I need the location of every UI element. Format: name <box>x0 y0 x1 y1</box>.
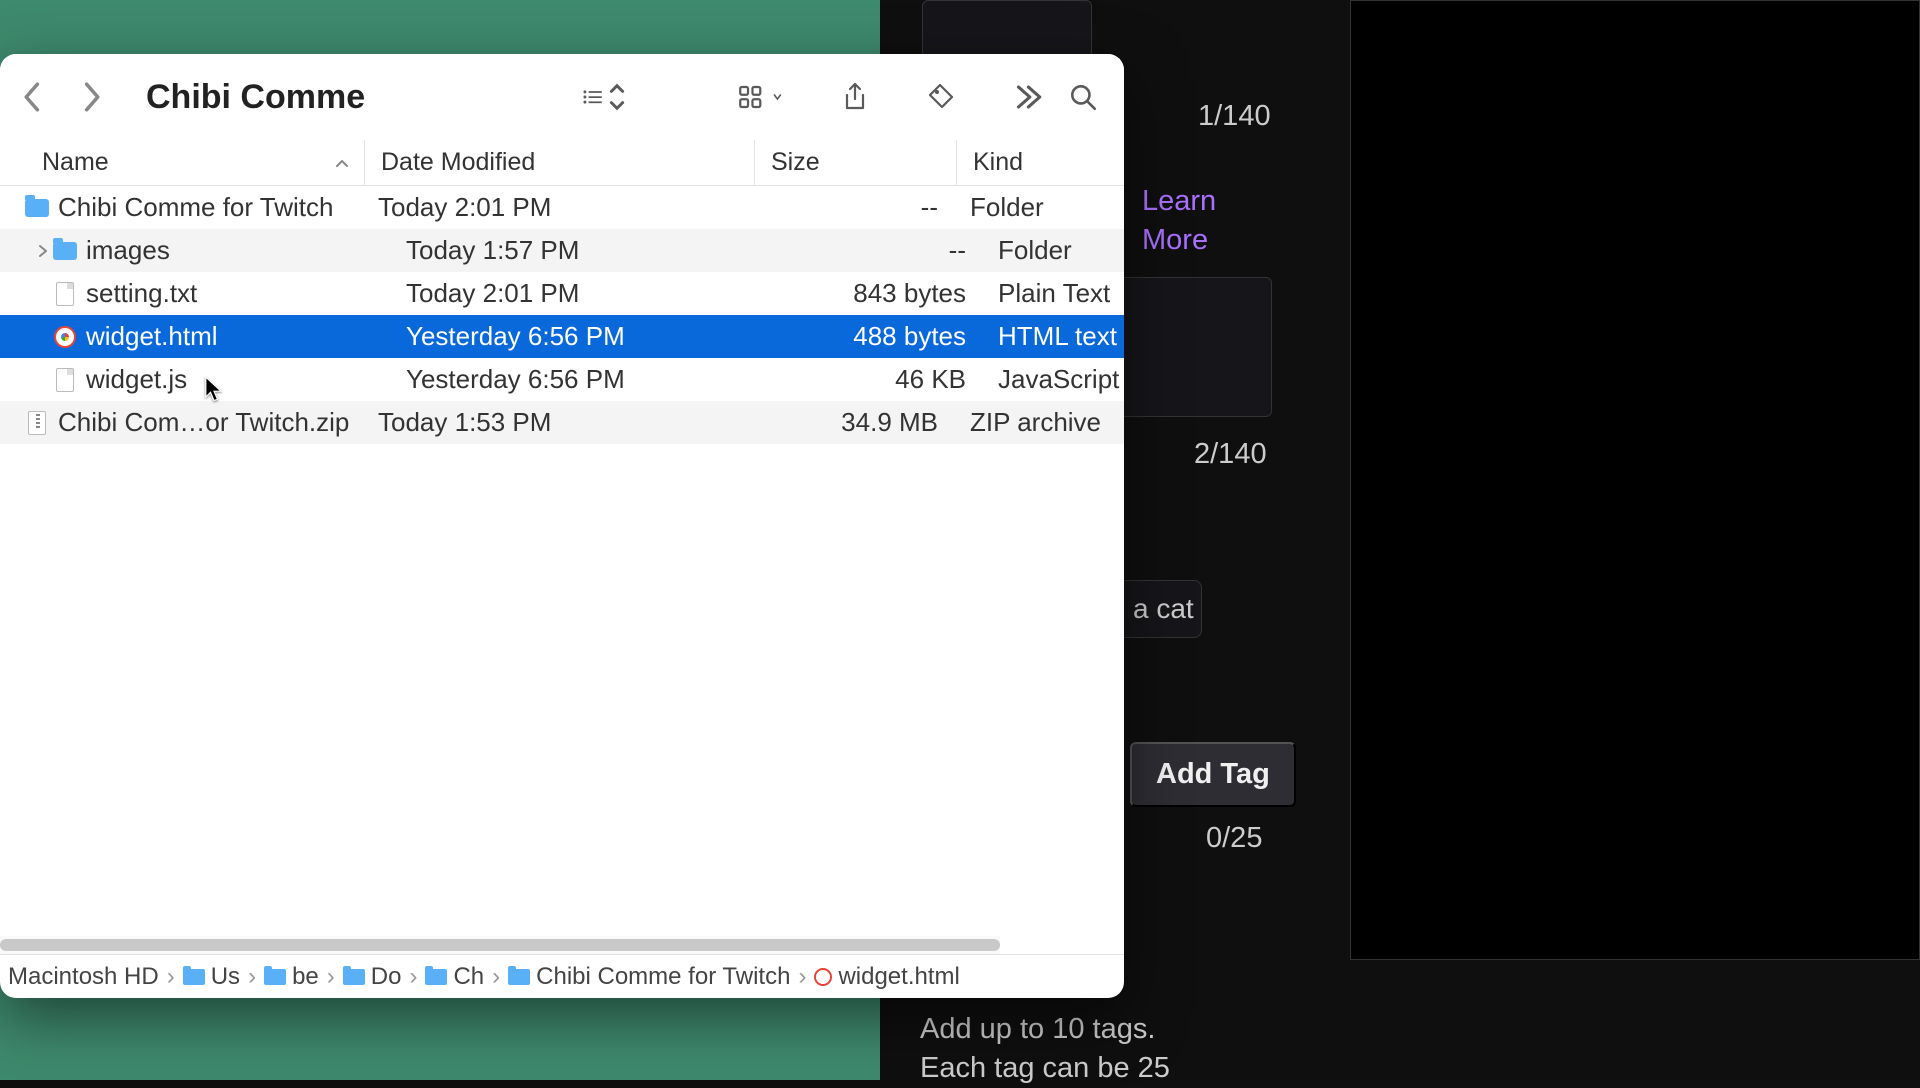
file-name: widget.js <box>86 364 390 395</box>
breadcrumb-segment[interactable]: widget.html <box>814 963 959 991</box>
breadcrumb-label: widget.html <box>838 963 959 991</box>
file-name: Chibi Comme for Twitch <box>58 192 362 223</box>
file-size: 46 KB <box>780 364 982 395</box>
doc-icon <box>52 367 78 393</box>
chevron-right-icon: › <box>248 963 256 991</box>
file-row[interactable]: widget.htmlYesterday 6:56 PM488 bytesHTM… <box>0 315 1124 358</box>
file-kind: ZIP archive <box>954 407 1124 438</box>
add-tag-button[interactable]: Add Tag <box>1130 742 1296 807</box>
file-kind: HTML text <box>982 321 1124 352</box>
column-size[interactable]: Size <box>754 140 956 185</box>
zip-icon <box>24 410 50 436</box>
preview-panel <box>1350 0 1920 960</box>
file-row[interactable]: Chibi Comme for TwitchToday 2:01 PM--Fol… <box>0 186 1124 229</box>
tag-counter: 0/25 <box>1206 822 1262 855</box>
file-list[interactable]: Chibi Comme for TwitchToday 2:01 PM--Fol… <box>0 186 1124 954</box>
char-counter-2: 2/140 <box>1194 438 1267 471</box>
char-counter-1: 1/140 <box>1198 100 1271 133</box>
file-name: Chibi Com…or Twitch.zip <box>58 407 362 438</box>
breadcrumb-label: Chibi Comme for Twitch <box>536 963 790 991</box>
file-size: 843 bytes <box>780 278 982 309</box>
breadcrumb-label: Us <box>211 963 240 991</box>
file-row[interactable]: widget.jsYesterday 6:56 PM46 KBJavaScrip… <box>0 358 1124 401</box>
breadcrumb-label: be <box>292 963 319 991</box>
tags-button[interactable] <box>918 75 964 119</box>
file-date: Yesterday 6:56 PM <box>390 364 780 395</box>
breadcrumb-segment[interactable]: Do› <box>343 963 420 991</box>
sort-indicator-icon <box>334 148 350 177</box>
chevron-right-icon: › <box>492 963 500 991</box>
folder-icon <box>183 969 205 985</box>
doc-icon <box>52 281 78 307</box>
group-button[interactable] <box>738 75 784 119</box>
breadcrumb-label: Ch <box>453 963 484 991</box>
file-size: 488 bytes <box>780 321 982 352</box>
file-row[interactable]: setting.txtToday 2:01 PM843 bytesPlain T… <box>0 272 1124 315</box>
search-button[interactable] <box>1060 75 1106 119</box>
disclosure-triangle-icon[interactable] <box>34 244 52 258</box>
finder-toolbar: Chibi Comme <box>0 54 1124 140</box>
folder-icon <box>52 238 78 264</box>
breadcrumb-segment[interactable]: be › <box>264 963 337 991</box>
file-name: widget.html <box>86 321 390 352</box>
breadcrumb-label: Do <box>371 963 402 991</box>
file-size: 34.9 MB <box>752 407 954 438</box>
share-button[interactable] <box>832 75 878 119</box>
column-kind[interactable]: Kind <box>956 140 1124 185</box>
folder-icon <box>24 195 50 221</box>
breadcrumb-segment[interactable]: Chibi Comme for Twitch › <box>508 963 808 991</box>
chevron-right-icon: › <box>409 963 417 991</box>
column-date[interactable]: Date Modified <box>364 140 754 185</box>
file-date: Today 1:53 PM <box>362 407 752 438</box>
file-kind: JavaScript s <box>982 364 1124 395</box>
file-size: -- <box>752 192 954 223</box>
horizontal-scrollbar[interactable] <box>0 936 1000 954</box>
breadcrumb-segment[interactable]: Macintosh HD › <box>8 963 177 991</box>
file-row[interactable]: Chibi Com…or Twitch.zipToday 1:53 PM34.9… <box>0 401 1124 444</box>
folder-icon <box>508 969 530 985</box>
forward-button[interactable] <box>80 81 106 113</box>
file-date: Today 1:57 PM <box>390 235 780 266</box>
learn-more-link[interactable]: Learn More <box>1142 182 1242 260</box>
chevron-right-icon: › <box>798 963 806 991</box>
more-button[interactable] <box>1004 75 1050 119</box>
back-button[interactable] <box>18 81 44 113</box>
scrollbar-thumb[interactable] <box>0 939 1000 951</box>
folder-icon <box>264 969 286 985</box>
path-bar: Macintosh HD›Us›be›Do›Ch›Chibi Comme for… <box>0 954 1124 998</box>
breadcrumb-label: Macintosh HD <box>8 963 159 991</box>
window-title: Chibi Comme <box>146 78 365 117</box>
file-date: Today 2:01 PM <box>390 278 780 309</box>
finder-window: Chibi Comme Name <box>0 54 1124 998</box>
file-size: -- <box>780 235 982 266</box>
column-headers: Name Date Modified Size Kind <box>0 140 1124 186</box>
file-kind: Folder <box>954 192 1124 223</box>
html-icon <box>52 324 78 350</box>
tag-help-text: Add up to 10 tags. Each tag can be 25 <box>920 1010 1170 1088</box>
folder-icon <box>343 969 365 985</box>
file-date: Today 2:01 PM <box>362 192 752 223</box>
column-name[interactable]: Name <box>42 148 364 177</box>
breadcrumb-segment[interactable]: Ch › <box>425 963 502 991</box>
file-date: Yesterday 6:56 PM <box>390 321 780 352</box>
file-kind: Plain Text <box>982 278 1124 309</box>
folder-icon <box>425 969 447 985</box>
file-kind: Folder <box>982 235 1124 266</box>
file-row[interactable]: imagesToday 1:57 PM--Folder <box>0 229 1124 272</box>
file-name: images <box>86 235 390 266</box>
chevron-right-icon: › <box>167 963 175 991</box>
view-list-button[interactable] <box>582 75 628 119</box>
file-name: setting.txt <box>86 278 390 309</box>
file-icon <box>814 968 832 986</box>
chevron-right-icon: › <box>327 963 335 991</box>
breadcrumb-segment[interactable]: Us › <box>183 963 258 991</box>
